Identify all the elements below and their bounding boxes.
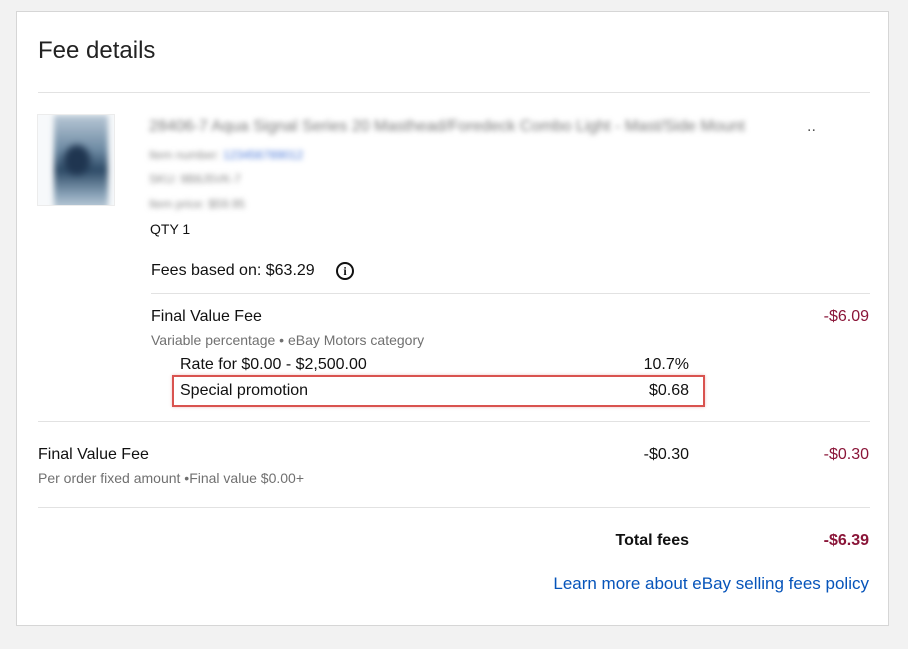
learn-more-link[interactable]: Learn more about eBay selling fees polic… [553,574,869,594]
page-title: Fee details [38,37,156,64]
rate-value: 10.7% [643,356,689,373]
item-title[interactable]: 28406-7 Aqua Signal Series 20 Masthead/F… [149,118,745,136]
item-title-ellipsis: .. [807,118,816,135]
item-quantity: QTY 1 [150,221,191,237]
item-number-row: Item number: 123456789012 [149,148,303,162]
total-fees-label: Total fees [615,532,690,549]
item-sku: SKU: 9B8J5VK-7 [149,172,242,186]
item-price: Item price: $59.95 [149,197,246,211]
final-value-fee-label: Final Value Fee [151,308,262,325]
fixed-fee-label: Final Value Fee [38,446,149,463]
divider [38,92,870,93]
item-number-link[interactable]: 123456789012 [223,148,303,162]
final-value-fee-subtext: Variable percentage • eBay Motors catego… [151,332,425,348]
fees-based-on: Fees based on: $63.29 [151,262,315,279]
fee-details-card: Fee details 28406-7 Aqua Signal Series 2… [16,11,889,626]
rate-label: Rate for $0.00 - $2,500.00 [180,356,367,373]
fixed-fee-subtext: Per order fixed amount •Final value $0.0… [38,470,304,486]
total-fees-value: -$6.39 [823,532,869,549]
fixed-fee-amount: -$0.30 [823,446,869,463]
special-promotion-label: Special promotion [180,382,309,399]
divider [38,507,870,508]
final-value-fee-amount: -$6.09 [823,308,869,325]
item-number-label: Item number: [149,148,220,162]
fixed-fee-middle-amount: -$0.30 [643,446,689,463]
special-promotion-value: $0.68 [648,382,689,399]
item-thumbnail[interactable] [37,114,115,206]
divider [151,293,870,294]
info-icon[interactable]: i [336,262,354,280]
divider [38,421,870,422]
